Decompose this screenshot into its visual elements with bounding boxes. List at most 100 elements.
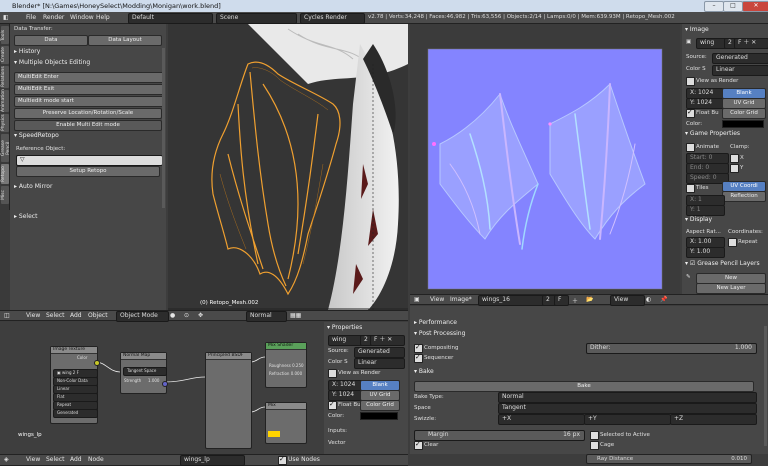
roughness-field[interactable]: Roughness 0.250 [269,363,304,368]
image-panel-header[interactable]: ▾ Image [685,26,768,35]
selected-to-active-checkbox[interactable] [590,431,599,440]
repeat-checkbox[interactable] [728,238,737,247]
reference-object-field[interactable]: ▽ [16,155,163,166]
viewport-menu-add[interactable]: Add [70,312,82,319]
swizzle-x-selector[interactable]: +X [498,414,585,425]
layers-icon[interactable]: ▦▦ [290,312,301,319]
space-selector[interactable]: Tangent [498,403,757,414]
display-panel-header[interactable]: ▾ Display [685,216,768,225]
tab-grease-pencil[interactable]: Grease Pencil [1,134,11,162]
image-menu-image[interactable]: Image* [450,296,472,303]
maximize-button[interactable]: □ [723,1,743,12]
data-button[interactable]: Data [14,35,88,46]
open-image-icon[interactable]: 📂 [586,296,593,303]
editor-type-icon[interactable]: ◈ [4,456,9,463]
bake-panel-header[interactable]: ▾ Bake [414,368,768,377]
multiedit-exit-button[interactable]: MultiEdit Exit [14,84,165,95]
image-name-field[interactable]: wing [696,38,727,49]
tiles-checkbox[interactable] [686,184,695,193]
use-nodes-checkbox[interactable] [278,455,287,465]
principled-bsdf-node[interactable]: Principled BSDF [205,352,252,449]
image-actions[interactable]: F ＋ ✕ [734,38,768,49]
float-buffer-checkbox[interactable] [686,108,695,118]
tab-relations[interactable]: Relations [1,66,9,88]
animate-checkbox[interactable] [686,143,695,152]
performance-panel-header[interactable]: ▸ Performance [414,319,768,328]
normal-map-strength-value[interactable]: 1.000 [148,378,159,383]
shading-icon[interactable]: ● [170,312,175,319]
speedretopo-panel-header[interactable]: ▾ SpeedRetopo [14,132,170,141]
properties-scrollbar[interactable] [764,326,767,446]
sequencer-checkbox[interactable] [414,353,423,363]
display-channels-icon[interactable]: ◐ [646,296,651,303]
color-space-selector[interactable]: Linear [712,65,768,76]
new-image-icon[interactable]: ＋ [572,296,578,305]
normal-socket[interactable] [162,381,168,387]
editor-type-icon[interactable]: ◫ [4,312,10,319]
cage-checkbox[interactable] [590,441,599,450]
editor-type-icon[interactable]: ▣ [414,296,420,303]
scene-selector[interactable]: Scene [216,13,297,24]
node-color-selector[interactable]: Linear [354,358,405,369]
pivot-icon[interactable]: ⊙ [184,312,189,319]
select-panel-header[interactable]: ▸ Select [14,213,170,222]
mix-color-swatch[interactable] [268,431,280,437]
source-selector[interactable]: Generated [712,53,768,64]
multiedit-start-button[interactable]: Multiedit mode start [14,96,165,107]
clear-checkbox[interactable] [414,440,423,450]
enable-multi-edit-button[interactable]: Enable Multi Edit mode [14,120,162,131]
preserve-transform-button[interactable]: Preserve Location/Rotation/Scale [14,108,162,119]
toolshelf-scrollbar[interactable] [162,48,165,208]
history-panel-header[interactable]: ▸ History [14,48,170,57]
multiedit-enter-button[interactable]: MultiEdit Enter [14,72,165,83]
color-socket[interactable] [94,360,100,366]
grease-pencil-header[interactable]: ▾ ☑ Grease Pencil Layers [685,260,768,269]
mapping-reflection[interactable]: Reflection [722,191,766,202]
menu-file[interactable]: File [26,14,36,21]
node-color-swatch[interactable] [360,412,398,420]
minimize-button[interactable]: – [704,1,724,12]
bake-button[interactable]: Bake [414,381,754,392]
image-texture-node[interactable]: Image Texture Color ▣ wing 2 F Non-Color… [50,346,100,424]
generated-type-color-grid[interactable]: Color Grid [722,108,766,119]
transform-orientation-selector[interactable]: Normal [246,311,287,322]
node-menu-node[interactable]: Node [88,456,104,463]
pin-icon[interactable]: 📌 [660,296,667,303]
tab-retopo[interactable]: Retopo [1,164,9,184]
normal-map-node[interactable]: Normal Map Tangent Space Strength 1.000 [120,352,168,394]
node-menu-view[interactable]: View [26,456,40,463]
game-properties-header[interactable]: ▾ Game Properties [685,130,768,139]
tiles-y-field[interactable]: Y: 1 [686,205,725,216]
view-as-render-checkbox[interactable] [686,77,695,86]
normal-map-space[interactable]: Tangent Space [123,367,167,376]
tab-animation[interactable]: Animation [1,89,9,112]
margin-field[interactable]: Margin 16 px [414,430,585,441]
compositing-checkbox[interactable] [414,343,423,353]
multi-edit-panel-header[interactable]: ▾ Multiple Objects Editing [14,59,170,68]
image-menu-view[interactable]: View [430,296,444,303]
node-view-as-render-checkbox[interactable] [328,369,337,378]
mode-selector[interactable]: Object Mode [116,311,169,322]
mix-node[interactable]: Mix [265,402,307,444]
menu-render[interactable]: Render [43,14,64,21]
node-image-actions[interactable]: F ＋ ✕ [370,335,405,346]
node-image-name[interactable]: wing [328,335,363,346]
viewport-menu-object[interactable]: Object [88,312,108,319]
generated-color-swatch[interactable] [722,120,764,128]
data-layout-button[interactable]: Data Layout [88,35,162,46]
setup-retopo-button[interactable]: Setup Retopo [16,166,160,177]
aspect-y-field[interactable]: Y: 1.00 [686,247,725,258]
ray-distance-field[interactable]: Ray Distance 0.010 [586,454,752,464]
bake-type-selector[interactable]: Normal [498,392,757,403]
node-menu-add[interactable]: Add [70,456,82,463]
node-float-buffer-checkbox[interactable] [328,400,337,410]
swizzle-z-selector[interactable]: +Z [670,414,757,425]
swizzle-y-selector[interactable]: +Y [584,414,671,425]
new-layer-button[interactable]: New Layer [696,283,766,294]
refraction-field[interactable]: Refraction 0.000 [269,371,302,376]
image-thumb-icon[interactable]: ▣ [686,39,691,45]
layout-selector[interactable]: Default [128,13,213,24]
tab-tools[interactable]: Tools [1,26,9,44]
image-name-field[interactable]: wings_16 [478,295,545,306]
tab-physics[interactable]: Physics [1,114,9,132]
